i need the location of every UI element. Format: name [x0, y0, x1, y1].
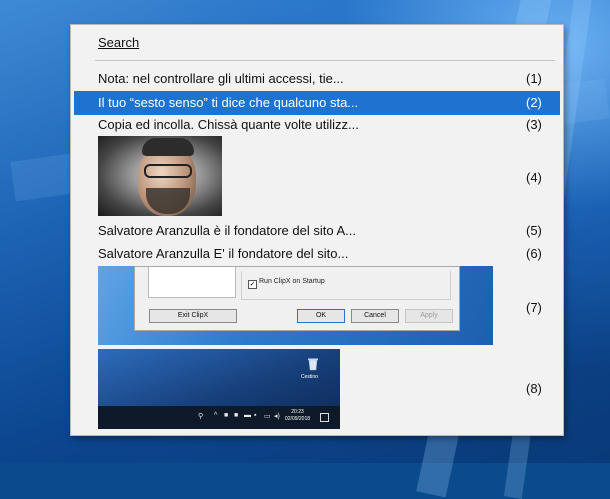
clip-item-3[interactable]: Copia ed incolla. Chissà quante volte ut…: [74, 113, 560, 137]
dialog-group: [241, 271, 451, 300]
clipboard-history-menu: Search Nota: nel controllare gli ultimi …: [70, 24, 564, 436]
taskbar: ⚲ ^ ■ ■ ▬ ▪ ▭ ◂) 20:23 02/09/2018: [98, 406, 340, 429]
clip-item-shortcut: (5): [526, 223, 542, 238]
recycle-bin-icon: [308, 358, 318, 371]
clip-item-label: Il tuo “sesto senso” ti dice che qualcun…: [98, 95, 359, 110]
dialog-panel: [148, 267, 236, 298]
clock-time: 20:23: [291, 409, 304, 415]
clip-item-shortcut: (2): [526, 95, 542, 110]
search-label: Search: [98, 35, 140, 50]
tray-app-icon: ■: [234, 412, 239, 419]
clock-date: 02/09/2018: [285, 416, 311, 422]
clip-item-shortcut: (4): [526, 170, 542, 185]
chevron-up-icon: ^: [214, 412, 218, 419]
clip-item-shortcut: (1): [526, 71, 542, 86]
desktop-screenshot-thumbnail: Cestino ⚲ ^ ■ ■ ▬ ▪ ▭ ◂) 20:23 02/09/201…: [98, 349, 340, 429]
clip-item-shortcut: (3): [526, 117, 542, 132]
checkbox-icon: ✓: [248, 280, 257, 289]
taskbar-clock: 20:23 02/09/2018: [285, 409, 310, 423]
portrait-photo-thumbnail: [98, 136, 222, 216]
clip-item-label: Salvatore Aranzulla E' il fondatore del …: [98, 246, 349, 261]
hair-image: [142, 138, 194, 156]
clip-item-shortcut: (8): [526, 381, 542, 396]
clip-item-1[interactable]: Nota: nel controllare gli ultimi accessi…: [74, 67, 560, 91]
clip-item-5[interactable]: Salvatore Aranzulla è il fondatore del s…: [74, 219, 560, 243]
tray-app-icon: ▬: [244, 412, 251, 419]
clip-item-label: Salvatore Aranzulla è il fondatore del s…: [98, 223, 356, 238]
clip-item-shortcut: (7): [526, 300, 542, 315]
menu-separator: [95, 60, 555, 61]
tray-app-icon: ▪: [254, 412, 257, 419]
clip-item-shortcut: (6): [526, 246, 542, 261]
recycle-bin-label: Cestino: [301, 374, 318, 380]
clip-item-2[interactable]: Il tuo “sesto senso” ti dice che qualcun…: [74, 91, 560, 115]
person-icon: ⚲: [198, 413, 204, 420]
ok-button: OK: [297, 309, 345, 323]
clipx-dialog: ✓ Run ClipX on Startup Exit ClipX OK Can…: [134, 266, 460, 331]
startup-checkbox-label: Run ClipX on Startup: [259, 278, 325, 285]
exit-clipx-button: Exit ClipX: [149, 309, 237, 323]
clipx-dialog-thumbnail: ✓ Run ClipX on Startup Exit ClipX OK Can…: [98, 266, 493, 345]
tray-app-icon: ■: [224, 412, 229, 419]
clip-item-label: Nota: nel controllare gli ultimi accessi…: [98, 71, 344, 86]
clip-item-label: Copia ed incolla. Chissà quante volte ut…: [98, 117, 359, 132]
cancel-button: Cancel: [351, 309, 399, 323]
network-icon: ▭: [264, 413, 271, 420]
notification-icon: [320, 413, 329, 422]
volume-icon: ◂): [274, 413, 280, 420]
clip-item-6[interactable]: Salvatore Aranzulla E' il fondatore del …: [74, 242, 560, 266]
search-menu-item[interactable]: Search: [74, 31, 560, 55]
glasses-image: [144, 164, 192, 178]
apply-button: Apply: [405, 309, 453, 323]
